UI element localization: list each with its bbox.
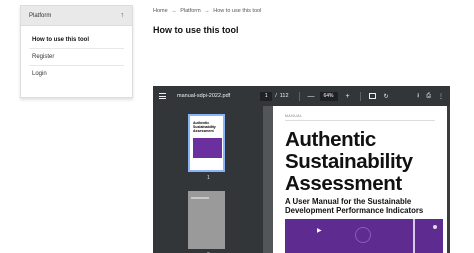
cover-purple-band: ▶: [285, 219, 443, 253]
thumbnail-panel: Authentic Sustainability Assessment 1 2: [153, 106, 263, 253]
thumbnail-number: 1: [207, 175, 210, 181]
cover-dot-graphic: [433, 225, 437, 229]
pdf-page: MANUAL Authentic Sustainability Assessme…: [273, 106, 450, 253]
doc-title: Authentic Sustainability Assessment: [285, 129, 413, 195]
page-thumbnail-2[interactable]: [188, 191, 225, 249]
page-thumbnail-1[interactable]: Authentic Sustainability Assessment: [188, 114, 225, 172]
doc-title-line: Assessment: [285, 172, 402, 195]
sidebar-nav: Platform ↑ How to use this tool Register…: [20, 5, 133, 98]
breadcrumb-separator: →: [204, 8, 210, 14]
page-number-input[interactable]: 1: [260, 91, 273, 101]
sidebar-item-register[interactable]: Register: [29, 49, 124, 66]
total-pages: 112: [279, 93, 289, 99]
cover-circle-graphic: [355, 227, 371, 243]
thumbnail-text-line: [191, 197, 209, 199]
breadcrumb-current: How to use this tool: [213, 8, 262, 14]
more-options-icon[interactable]: ⋮: [438, 93, 444, 100]
breadcrumb-separator: →: [171, 8, 177, 14]
zoom-level-input[interactable]: 64%: [319, 91, 338, 101]
play-icon: ▶: [317, 228, 322, 234]
toolbar-divider: [359, 91, 361, 101]
doc-subtitle-line: Development Performance Indicators: [285, 206, 424, 215]
sidebar-header-label: Platform: [29, 12, 52, 19]
toolbar-divider: [298, 91, 300, 101]
doc-label: MANUAL: [285, 114, 303, 118]
rotate-icon[interactable]: ↻: [384, 93, 389, 100]
pdf-file-name: manual-sdpi-2022.pdf: [177, 93, 231, 99]
thumbnail-cover-band: [193, 138, 222, 158]
menu-icon[interactable]: [159, 93, 171, 99]
sidebar-item-login[interactable]: Login: [29, 66, 124, 82]
print-icon[interactable]: ⎙: [426, 93, 431, 100]
doc-subtitle: A User Manual for the Sustainable Develo…: [285, 197, 423, 215]
cover-divider-line: [413, 219, 415, 253]
sidebar-header[interactable]: Platform ↑: [21, 6, 132, 26]
toolbar-right-actions: ⭳ ⎙ ⋮: [417, 86, 444, 106]
doc-title-line: Authentic: [285, 128, 376, 151]
doc-title-line: Sustainability: [285, 150, 413, 173]
breadcrumb-platform-link[interactable]: Platform: [180, 8, 200, 14]
pdf-toolbar: manual-sdpi-2022.pdf 1 / 112 — 64% + ↻ ⭳…: [153, 86, 450, 106]
zoom-in-button[interactable]: +: [346, 93, 350, 100]
page-title: How to use this tool: [153, 25, 239, 35]
viewer-scrollbar[interactable]: [447, 106, 450, 253]
thumbnail-title: Authentic Sustainability Assessment: [193, 121, 216, 133]
fit-page-icon[interactable]: [368, 93, 376, 99]
doc-subtitle-line: A User Manual for the Sustainable: [285, 197, 412, 206]
pdf-viewer[interactable]: manual-sdpi-2022.pdf 1 / 112 — 64% + ↻ ⭳…: [153, 86, 450, 253]
arrow-up-icon[interactable]: ↑: [121, 12, 125, 19]
breadcrumb: Home → Platform → How to use this tool: [153, 8, 261, 14]
doc-rule: [285, 120, 435, 121]
page-separator: /: [275, 93, 277, 99]
download-icon[interactable]: ⭳: [417, 91, 419, 101]
zoom-out-button[interactable]: —: [308, 93, 315, 100]
sidebar-list: How to use this tool Register Login: [21, 32, 132, 82]
breadcrumb-home-link[interactable]: Home: [153, 8, 168, 14]
sidebar-item-how-to-use[interactable]: How to use this tool: [29, 32, 124, 49]
